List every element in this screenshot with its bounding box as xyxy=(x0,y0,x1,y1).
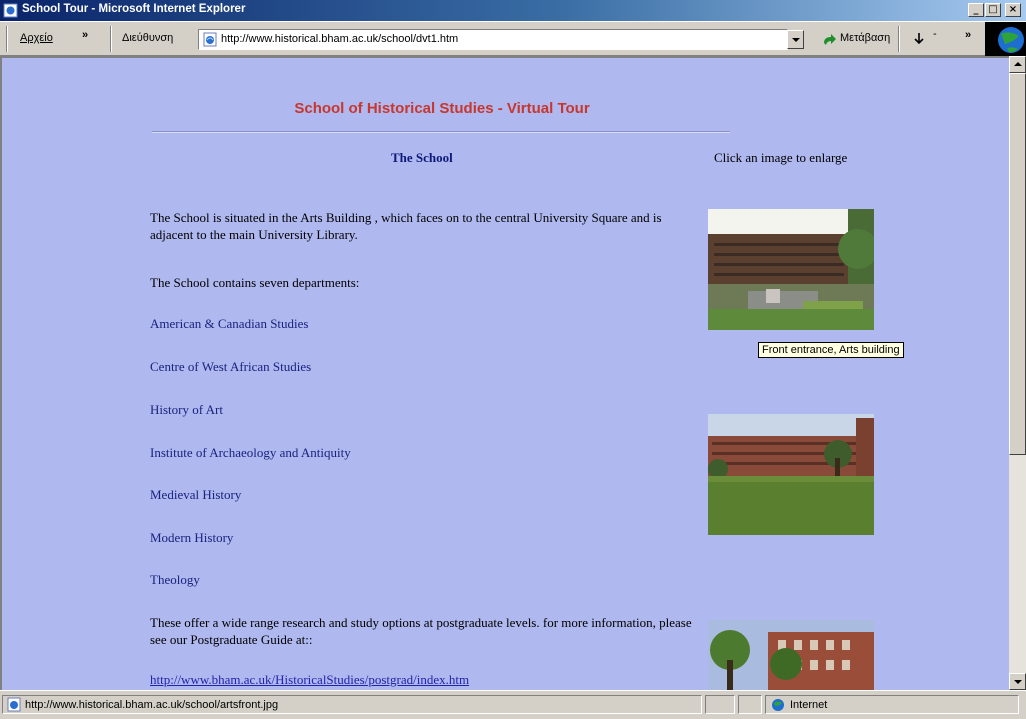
department-link[interactable]: Centre of West African Studies xyxy=(150,359,311,375)
toolbar-separator xyxy=(898,26,900,52)
department-link[interactable]: Institute of Archaeology and Antiquity xyxy=(150,445,351,461)
department-link[interactable]: American & Canadian Studies xyxy=(150,316,309,332)
department-link[interactable]: History of Art xyxy=(150,402,223,418)
page-heading: School of Historical Studies - Virtual T… xyxy=(294,100,590,117)
postgrad-guide-link[interactable]: http://www.bham.ac.uk/HistoricalStudies/… xyxy=(150,672,469,688)
go-arrow-icon[interactable] xyxy=(822,33,838,47)
zone-text: Internet xyxy=(790,699,828,711)
courtyard-thumbnail[interactable] xyxy=(708,414,874,535)
window-title: School Tour - Microsoft Internet Explore… xyxy=(22,3,246,15)
vertical-scrollbar[interactable] xyxy=(1009,56,1026,690)
status-pane-empty xyxy=(738,695,762,714)
ie-throbber-logo xyxy=(985,22,1026,57)
status-pane: http://www.historical.bham.ac.uk/school/… xyxy=(2,695,702,714)
department-link[interactable]: Modern History xyxy=(150,530,233,546)
minimize-button[interactable]: _ xyxy=(968,3,984,17)
links-overflow-chevron[interactable]: » xyxy=(965,29,971,41)
status-bar: http://www.historical.bham.ac.uk/school/… xyxy=(0,690,1026,719)
page-icon xyxy=(7,697,21,712)
intro-paragraph: The School is situated in the Arts Build… xyxy=(150,210,662,242)
page-content: School of Historical Studies - Virtual T… xyxy=(0,56,1026,690)
file-menu[interactable]: Αρχείο xyxy=(20,32,53,44)
address-input[interactable]: http://www.historical.bham.ac.uk/school/… xyxy=(198,29,788,50)
postgrad-paragraph: These offer a wide range research and st… xyxy=(150,615,692,647)
scroll-up-button[interactable] xyxy=(1009,56,1026,73)
toolbar-grip[interactable] xyxy=(6,26,8,52)
status-pane-empty xyxy=(705,695,735,714)
heading-divider xyxy=(152,131,730,133)
close-button[interactable]: × xyxy=(1005,3,1021,17)
status-text: http://www.historical.bham.ac.uk/school/… xyxy=(25,699,279,711)
image-tooltip: Front entrance, Arts building xyxy=(758,342,904,358)
internet-zone-icon xyxy=(772,699,784,711)
department-link[interactable]: Medieval History xyxy=(150,487,241,503)
zone-pane: Internet xyxy=(765,695,1019,714)
scroll-thumb[interactable] xyxy=(1009,73,1026,455)
toolbar-separator xyxy=(110,26,112,52)
arts-front-thumbnail[interactable] xyxy=(708,209,874,330)
address-url: http://www.historical.bham.ac.uk/school/… xyxy=(221,33,459,45)
scroll-down-button[interactable] xyxy=(1009,673,1026,690)
enlarge-hint: Click an image to enlarge xyxy=(714,150,848,165)
links-dropdown-icon[interactable]: - xyxy=(933,28,937,40)
go-button[interactable]: Μετάβαση xyxy=(840,32,890,44)
section-title: The School xyxy=(391,150,453,165)
globe-icon xyxy=(998,27,1024,53)
building-thumbnail[interactable] xyxy=(708,620,874,690)
maximize-button[interactable]: □ xyxy=(985,3,1001,17)
departments-intro: The School contains seven departments: xyxy=(150,275,360,290)
address-toolbar: Αρχείο » Διεύθυνση http://www.historical… xyxy=(0,21,1026,57)
title-bar: School Tour - Microsoft Internet Explore… xyxy=(0,0,1026,21)
department-link[interactable]: Theology xyxy=(150,572,200,588)
address-label: Διεύθυνση xyxy=(122,32,174,44)
address-dropdown-button[interactable] xyxy=(787,30,804,49)
ie-page-icon xyxy=(3,3,18,18)
links-arrow-icon[interactable] xyxy=(912,32,926,46)
menu-overflow-chevron[interactable]: » xyxy=(82,29,88,41)
page-icon xyxy=(203,32,217,47)
